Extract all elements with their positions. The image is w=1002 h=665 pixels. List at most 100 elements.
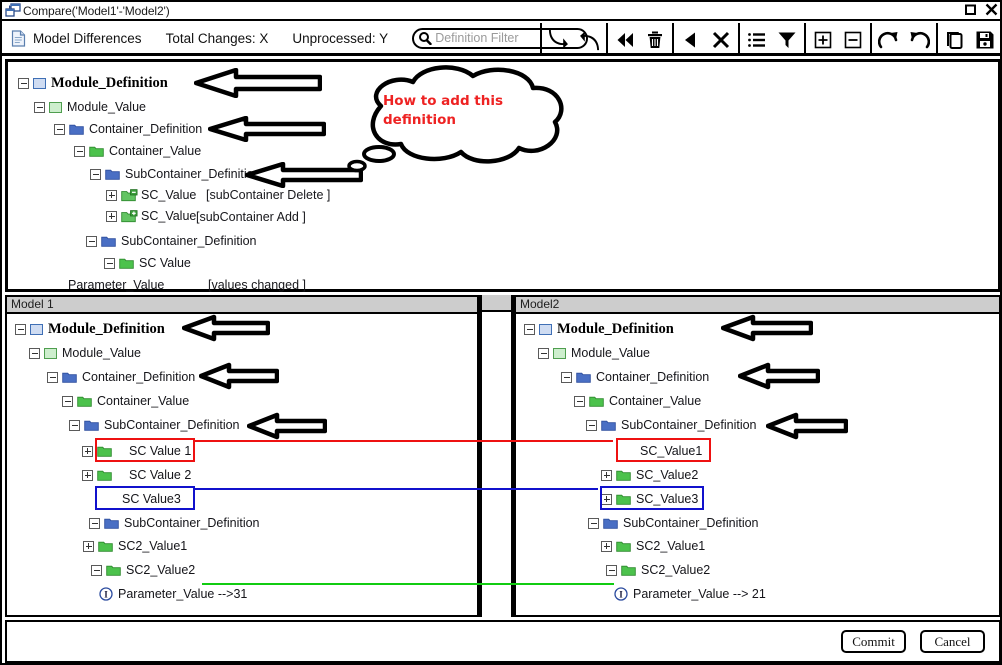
m1-node-sc2-value1[interactable]: SC2_Value1 [83,537,187,555]
expander-icon[interactable] [106,189,117,201]
toolbar-group-expand [804,23,870,56]
folder-green-icon [106,564,121,576]
expander-icon[interactable] [586,419,597,431]
m1-node-container-value[interactable]: Container_Value [62,392,189,410]
expander-icon[interactable] [106,210,117,222]
m1-node-sc-value-2[interactable]: SC Value 2 [82,466,191,484]
expander-icon[interactable] [606,564,617,576]
folder-green-icon [119,257,134,269]
expander-icon[interactable] [90,168,101,180]
info-circle-icon: I [614,587,628,601]
cancel-button[interactable]: Cancel [920,630,985,653]
previous-icon[interactable] [679,28,703,52]
folder-blue-icon [601,419,616,431]
pane-divider-left[interactable] [479,295,482,617]
m1-node-subcontainer-definition-2[interactable]: SubContainer_Definition [89,514,260,532]
close-icon[interactable] [985,3,998,16]
expander-icon[interactable] [34,101,45,113]
m2-node-sc2-value2[interactable]: SC2_Value2 [606,561,710,579]
m2-node-parameter-value[interactable]: I Parameter_Value --> 21 [614,585,766,603]
save-icon[interactable] [973,28,997,52]
maximize-icon[interactable] [964,3,977,16]
close-x-icon[interactable] [709,28,733,52]
m1-node-subcontainer-definition[interactable]: SubContainer_Definition [69,416,240,434]
accept-down-icon[interactable] [547,28,571,52]
collapse-all-icon[interactable] [841,28,865,52]
overview-node-subcontainer-definition-2[interactable]: SubContainer_Definition [86,232,257,250]
pointer-arrow-icon [720,314,814,347]
m2-node-sc-value2[interactable]: SC_Value2 [601,466,698,484]
expander-icon[interactable] [574,395,585,407]
expander-icon[interactable] [86,235,97,247]
m2-node-module-value[interactable]: Module_Value [538,344,650,362]
list-icon[interactable] [745,28,769,52]
m2-node-subcontainer-definition[interactable]: SubContainer_Definition [586,416,757,434]
toolbar: Model Differences Total Changes: X Unpro… [2,23,1000,56]
accept-up-icon[interactable] [577,28,601,52]
connector-line-sc-value1 [193,440,613,442]
rewind-icon[interactable] [613,28,637,52]
expander-icon[interactable] [82,445,93,457]
expander-icon[interactable] [29,347,40,359]
node-label: SC_Value2 [636,468,699,482]
redo-icon[interactable] [877,28,901,52]
undo-icon[interactable] [907,28,931,52]
node-label: Module_Definition [51,74,168,91]
pointer-arrow-icon [193,67,323,103]
square-blue-icon [33,77,46,89]
overview-node-container-value[interactable]: Container_Value [74,142,201,160]
expander-icon[interactable] [588,517,599,529]
overview-node-module-value[interactable]: Module_Value [34,98,146,116]
overview-node-sc-value-add[interactable]: SC_Value [106,207,196,225]
expand-all-icon[interactable] [811,28,835,52]
expander-icon[interactable] [83,540,94,552]
m2-node-module-definition[interactable]: Module_Definition [524,320,674,338]
m1-node-module-definition[interactable]: Module_Definition [15,320,165,338]
expander-icon[interactable] [18,77,29,89]
gutter-fill [482,295,511,312]
overview-node-sc-value[interactable]: SC Value [104,254,191,272]
m1-node-module-value[interactable]: Module_Value [29,344,141,362]
expander-icon[interactable] [104,257,115,269]
copy-icon[interactable] [943,28,967,52]
filter-icon[interactable] [775,28,799,52]
m1-node-container-definition[interactable]: Container_Definition [47,368,195,386]
expander-icon[interactable] [54,123,65,135]
overview-node-subcontainer-definition[interactable]: SubContainer_Definition [90,165,261,183]
expander-icon[interactable] [601,469,612,481]
overview-node-module-definition[interactable]: Module_Definition [18,74,168,92]
comparison-split: Model 1 Module_Definition Module_Value C… [5,295,1000,617]
m2-node-container-value[interactable]: Container_Value [574,392,701,410]
overview-node-parameter-value[interactable]: Parameter_Value [68,276,164,294]
toolbar-group-file [936,23,1000,56]
expander-icon[interactable] [601,540,612,552]
expander-icon[interactable] [47,371,58,383]
expander-icon[interactable] [74,145,85,157]
overview-node-container-definition[interactable]: Container_Definition [54,120,202,138]
expander-icon[interactable] [524,323,535,335]
expander-icon[interactable] [538,347,549,359]
overview-panel: Module_Definition Module_Value Container… [5,59,1000,294]
folder-blue-icon [69,123,84,135]
note-subcontainer-add: [subContainer Add ] [196,210,306,224]
overview-node-sc-value-delete[interactable]: SC_Value [106,186,196,204]
delete-trash-icon[interactable] [643,28,667,52]
expander-icon[interactable] [69,419,80,431]
expander-icon[interactable] [62,395,73,407]
node-label: Container_Value [97,394,190,408]
node-label: Module_Definition [48,320,165,337]
expander-icon[interactable] [561,371,572,383]
m2-node-container-definition[interactable]: Container_Definition [561,368,709,386]
expander-icon[interactable] [91,564,102,576]
m2-node-sc2-value1[interactable]: SC2_Value1 [601,537,705,555]
expander-icon[interactable] [82,469,93,481]
expander-icon[interactable] [15,323,26,335]
folder-green-icon [589,395,604,407]
model1-pane: Model 1 Module_Definition Module_Value C… [5,295,479,617]
m1-node-sc2-value2[interactable]: SC2_Value2 [91,561,195,579]
m2-node-subcontainer-definition-2[interactable]: SubContainer_Definition [588,514,759,532]
node-label: Container_Value [609,394,702,408]
expander-icon[interactable] [89,517,100,529]
m1-node-parameter-value[interactable]: I Parameter_Value -->31 [99,585,247,603]
commit-button[interactable]: Commit [841,630,906,653]
